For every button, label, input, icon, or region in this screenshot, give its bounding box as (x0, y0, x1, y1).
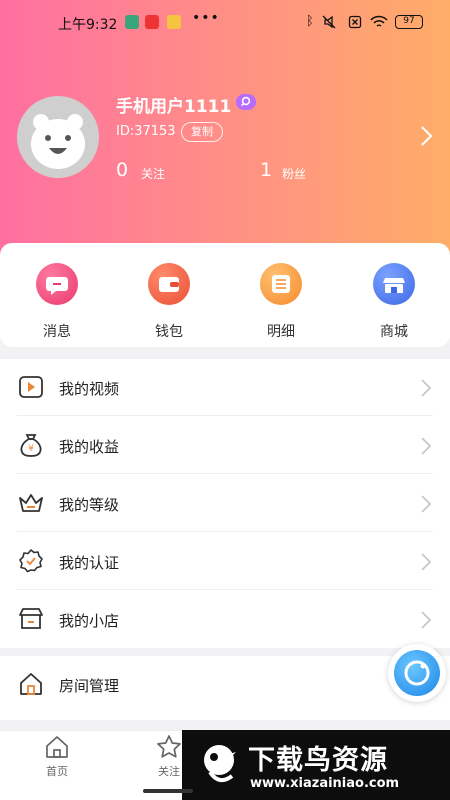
quick-action-messages[interactable]: 消息 (22, 263, 92, 341)
chevron-right-icon[interactable] (420, 124, 434, 148)
menu-item-label: 我的认证 (59, 554, 120, 572)
chevron-right-icon (421, 611, 432, 629)
following-count[interactable]: 0 (116, 159, 128, 181)
shop-icon (19, 608, 43, 629)
quick-action-label: 钱包 (155, 324, 183, 340)
app-58-icon (167, 15, 181, 29)
menu-list: 我的视频 ¥ 我的收益 我的等级 我的认证 我的小店 (0, 359, 450, 648)
menu-item-my-earnings[interactable]: ¥ 我的收益 (0, 417, 450, 474)
profile-header: 上午9:32 ••• ᛒ 97 手机用户1111 ID:37153 复制 0 关… (0, 0, 450, 262)
bear-avatar-icon (31, 114, 85, 169)
battery-icon: 97 (395, 15, 423, 29)
more-dots-icon: ••• (192, 10, 220, 26)
nav-tab-label: 首页 (46, 765, 68, 778)
search-badge-icon[interactable] (236, 94, 256, 110)
camera-icon (394, 650, 440, 696)
watermark-title: 下载鸟资源 (248, 745, 388, 776)
menu-item-label: 我的视频 (59, 380, 120, 398)
list-icon (260, 263, 302, 305)
menu-item-my-shop[interactable]: 我的小店 (0, 591, 450, 648)
watermark-banner: 下载鸟资源 www.xiazainiao.com (182, 730, 450, 800)
chevron-right-icon (421, 437, 432, 455)
wallet-icon (148, 263, 190, 305)
floating-action-button[interactable] (388, 644, 446, 702)
menu-item-my-videos[interactable]: 我的视频 (0, 359, 450, 416)
username: 手机用户1111 (116, 97, 232, 117)
quick-action-store[interactable]: 商城 (359, 263, 429, 341)
chevron-right-icon (421, 495, 432, 513)
home-icon (46, 736, 68, 758)
quick-action-label: 消息 (43, 324, 71, 340)
quick-action-label: 商城 (380, 324, 408, 340)
verified-badge-icon (19, 549, 43, 573)
app-notification-icon (145, 15, 159, 29)
message-icon (36, 263, 78, 305)
svg-text:¥: ¥ (28, 444, 34, 454)
bird-logo-icon (204, 745, 236, 783)
quick-action-wallet[interactable]: 钱包 (134, 263, 204, 341)
menu-item-label: 我的收益 (59, 438, 120, 456)
video-icon (19, 376, 43, 398)
quick-action-label: 明细 (267, 324, 295, 340)
divider (17, 589, 433, 590)
chevron-right-icon (421, 553, 432, 571)
shield-app-icon (125, 15, 139, 29)
crown-icon (19, 494, 43, 512)
no-sim-icon (348, 15, 362, 29)
menu-item-label: 我的等级 (59, 496, 120, 514)
chevron-right-icon (421, 379, 432, 397)
menu-item-room-management[interactable]: 房间管理 (0, 656, 450, 713)
avatar[interactable] (17, 96, 99, 178)
following-label[interactable]: 关注 (141, 165, 165, 182)
menu-item-my-level[interactable]: 我的等级 (0, 475, 450, 532)
room-management-card: 房间管理 (0, 656, 450, 720)
status-bar: 上午9:32 ••• ᛒ 97 (0, 0, 450, 46)
menu-item-label: 房间管理 (59, 677, 120, 695)
divider (17, 473, 433, 474)
nav-tab-home[interactable]: 首页 (27, 733, 87, 779)
copy-id-button[interactable]: 复制 (181, 122, 223, 142)
watermark-url: www.xiazainiao.com (250, 776, 400, 791)
store-icon (373, 263, 415, 305)
wifi-icon (370, 15, 388, 27)
star-icon (157, 735, 181, 758)
quick-actions-card: 消息 钱包 明细 商城 (0, 243, 450, 347)
home-indicator (143, 789, 193, 793)
fans-label[interactable]: 粉丝 (282, 165, 306, 182)
bluetooth-icon: ᛒ (306, 14, 314, 29)
status-time: 上午9:32 (58, 17, 118, 33)
quick-action-details[interactable]: 明细 (246, 263, 316, 341)
divider (17, 415, 433, 416)
menu-item-label: 我的小店 (59, 612, 120, 630)
divider (17, 531, 433, 532)
menu-item-my-verification[interactable]: 我的认证 (0, 533, 450, 590)
user-id: ID:37153 (116, 124, 176, 139)
home-icon (20, 673, 42, 695)
mute-icon (322, 15, 336, 29)
fans-count[interactable]: 1 (260, 159, 272, 181)
money-bag-icon: ¥ (20, 434, 42, 457)
